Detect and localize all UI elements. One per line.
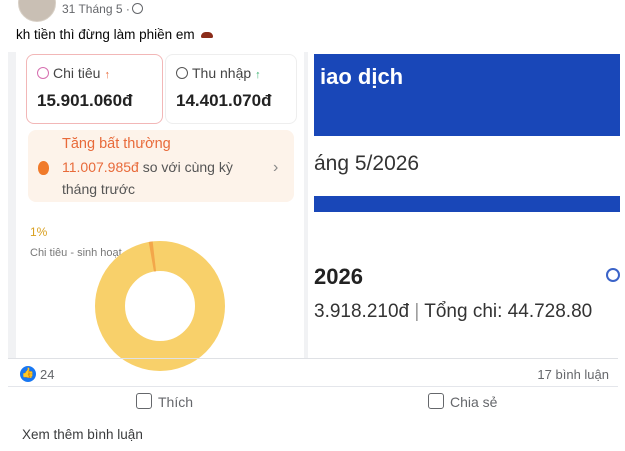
donut-chart	[95, 241, 225, 371]
share-button-label: Chia sẻ	[450, 394, 498, 410]
globe-icon	[132, 3, 143, 14]
flame-icon	[38, 161, 49, 175]
spend-total: Tổng chi: 44.728.80	[424, 301, 593, 322]
post-header: 31 Tháng 5 ·	[0, 0, 625, 22]
income-icon	[176, 67, 188, 79]
reaction-count[interactable]: 24	[40, 367, 54, 382]
avatar[interactable]	[18, 0, 56, 22]
like-icon[interactable]: 👍	[20, 366, 36, 382]
month-label: áng 5/2026	[314, 152, 420, 175]
post-text: kh tiền thì đừng làm phiền em	[16, 27, 213, 42]
like-button[interactable]: Thích	[136, 393, 193, 410]
actions-divider	[8, 386, 618, 387]
blue-divider	[314, 196, 620, 212]
emoji-icon	[200, 32, 213, 39]
share-button[interactable]: Chia sẻ	[428, 393, 497, 410]
up-arrow-icon: ↑	[104, 69, 110, 81]
chevron-right-icon: ›	[273, 159, 279, 176]
spend-card: Chi tiêu ↑ 15.901.060đ	[26, 54, 163, 124]
like-button-label: Thích	[158, 394, 194, 410]
thumbs-up-icon	[136, 393, 152, 409]
totals-row: 3.918.210đ | Tổng chi: 44.728.80	[314, 301, 592, 323]
spend-label: Chi tiêu	[53, 65, 101, 81]
income-total: 3.918.210đ	[314, 301, 410, 322]
divider	[8, 358, 618, 359]
income-label: Thu nhập	[192, 65, 252, 81]
transactions-title: iao dịch	[320, 64, 404, 89]
anomaly-alert: Tăng bất thường 11.007.985đ so với cùng …	[28, 130, 294, 202]
donut-ring	[95, 241, 225, 371]
totals-separator: |	[414, 301, 420, 322]
income-value: 14.401.070đ	[176, 91, 272, 110]
post-card: 31 Tháng 5 · kh tiền thì đừng làm phiền …	[0, 0, 625, 451]
alert-amount: 11.007.985đ	[62, 159, 139, 175]
alert-line-2: tháng trước	[62, 181, 136, 197]
up-arrow-icon: ↑	[255, 69, 261, 81]
spend-label-row: Chi tiêu ↑	[37, 65, 110, 81]
settings-icon	[606, 268, 620, 282]
alert-line-1: 11.007.985đ so với cùng kỳ	[62, 159, 233, 175]
income-card: Thu nhập ↑ 14.401.070đ	[165, 54, 297, 124]
category-percent: 1%	[30, 225, 48, 239]
comment-count[interactable]: 17 bình luận	[537, 367, 609, 382]
year-label: 2026	[314, 264, 363, 289]
alert-rest: so với cùng kỳ	[142, 159, 233, 175]
post-text-content: kh tiền thì đừng làm phiền em	[16, 27, 195, 42]
share-icon	[428, 393, 444, 409]
spend-icon	[37, 67, 49, 79]
income-label-row: Thu nhập ↑	[176, 65, 261, 81]
alert-title: Tăng bất thường	[62, 136, 171, 152]
post-date[interactable]: 31 Tháng 5 ·	[62, 2, 130, 16]
view-more-comments-link[interactable]: Xem thêm bình luận	[22, 427, 143, 442]
spend-value: 15.901.060đ	[37, 91, 133, 110]
